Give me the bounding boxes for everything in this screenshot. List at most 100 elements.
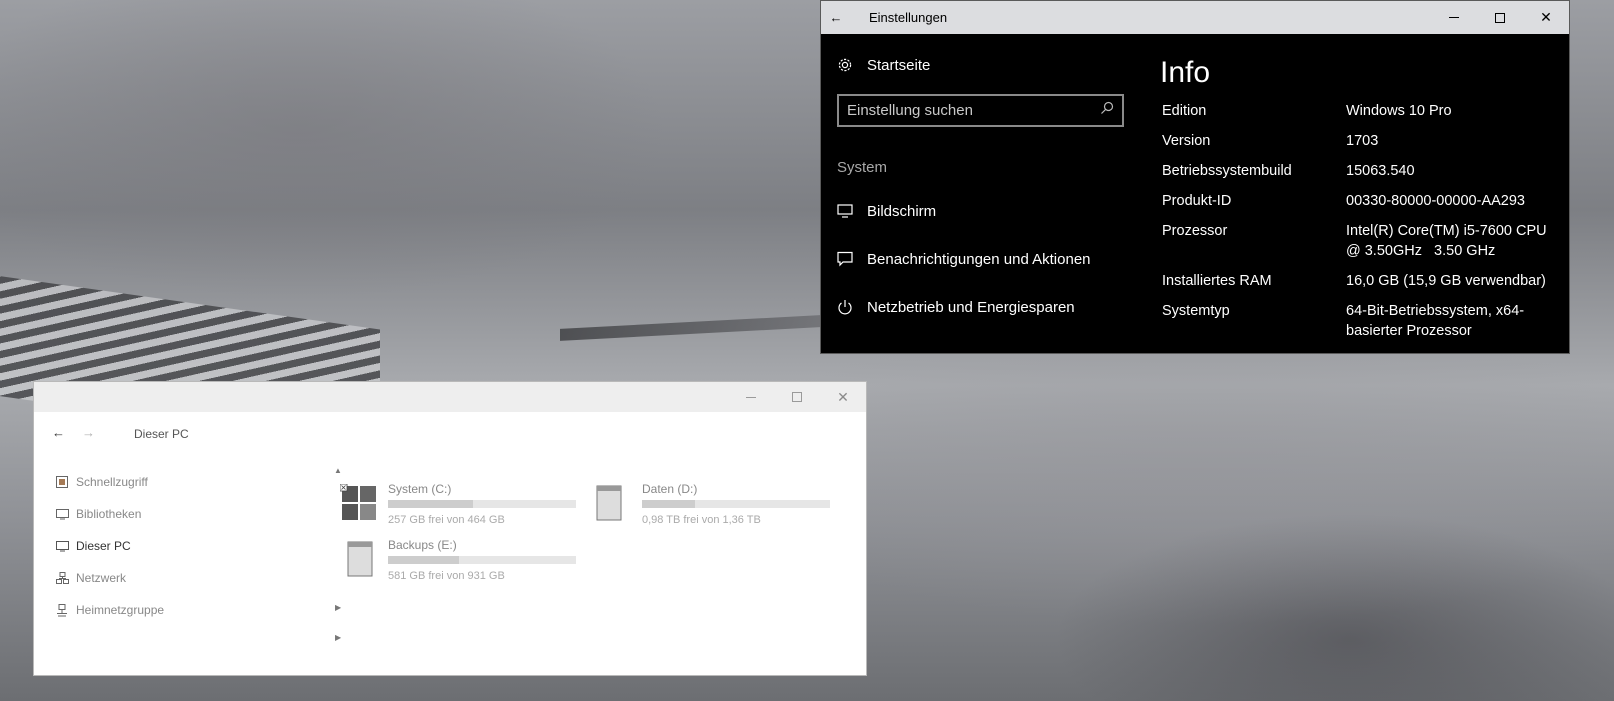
minimize-icon: [1449, 17, 1459, 18]
nav-item-label: Benachrichtigungen und Aktionen: [867, 250, 1091, 268]
maximize-icon: [1495, 12, 1505, 23]
libraries-icon: [56, 508, 76, 520]
quick-access-icon: [56, 476, 76, 488]
info-value: Windows 10 Pro: [1346, 103, 1452, 119]
address-bar: ← → Dieser PC: [34, 412, 866, 456]
notification-icon: [837, 251, 867, 267]
hard-drive-icon: [340, 540, 380, 580]
drive-name: System (C:): [388, 482, 452, 496]
info-key: Installiertes RAM: [1162, 273, 1272, 289]
info-value: 64-Bit-Betriebssystem, x64-basierter Pro…: [1346, 303, 1525, 339]
this-pc-icon: [56, 540, 76, 552]
info-value: 1703: [1346, 133, 1379, 149]
info-value: Intel(R) Core(TM) i5-7600 CPU @ 3.50GHz …: [1346, 223, 1551, 259]
drive-tile-d[interactable]: Daten (D:) 0,98 TB frei von 1,36 TB: [594, 482, 834, 530]
settings-search-field[interactable]: [837, 94, 1124, 127]
nav-item-notifications[interactable]: Benachrichtigungen und Aktionen: [837, 235, 1127, 283]
search-icon[interactable]: [1100, 101, 1114, 120]
home-label: Startseite: [867, 56, 931, 74]
settings-sidebar: Startseite System Bildschirm Benachricht…: [837, 34, 1127, 331]
minimize-button[interactable]: [1431, 1, 1477, 34]
expand-caret-icon[interactable]: ▶: [335, 633, 341, 642]
drive-free-space: 257 GB frei von 464 GB: [388, 514, 505, 526]
drive-name: Daten (D:): [642, 482, 698, 496]
home-nav-item[interactable]: Startseite: [837, 41, 1127, 89]
settings-titlebar[interactable]: ← Einstellungen ✕: [821, 1, 1569, 34]
back-arrow-icon[interactable]: ←: [52, 425, 65, 440]
system-info-table: Edition Windows 10 Pro Version 1703 Betr…: [1162, 101, 1562, 341]
sidebar-item-quick-access[interactable]: Schnellzugriff: [56, 466, 306, 498]
sidebar-item-label: Bibliotheken: [76, 507, 142, 521]
info-key: Systemtyp: [1162, 303, 1230, 319]
minimize-icon: [746, 396, 756, 398]
sidebar-item-label: Heimnetzgruppe: [76, 603, 165, 617]
info-value: 16,0 GB (15,9 GB verwendbar): [1346, 273, 1546, 289]
forward-arrow-icon[interactable]: →: [82, 425, 95, 440]
nav-item-power[interactable]: Netzbetrieb und Energiesparen: [837, 283, 1127, 331]
file-explorer-window: ✕ ← → Dieser PC Schnellzugriff Bibliothe…: [33, 381, 867, 676]
info-row-edition: Edition Windows 10 Pro: [1162, 101, 1562, 121]
sidebar-item-label: Dieser PC: [76, 539, 131, 553]
info-row-ram: Installiertes RAM 16,0 GB (15,9 GB verwe…: [1162, 271, 1562, 291]
settings-window: ← Einstellungen ✕ Startseite System: [820, 0, 1570, 354]
network-icon: [56, 572, 76, 584]
maximize-icon: [792, 392, 802, 402]
navigation-pane: Schnellzugriff Bibliotheken Dieser PC Ne…: [56, 466, 306, 626]
explorer-titlebar[interactable]: ✕: [34, 382, 866, 412]
drive-usage-bar: [388, 500, 576, 508]
back-arrow-icon[interactable]: ←: [821, 1, 851, 34]
windows-drive-icon: [339, 483, 380, 524]
sidebar-item-libraries[interactable]: Bibliotheken: [56, 498, 306, 530]
info-row-system-type: Systemtyp 64-Bit-Betriebssystem, x64-bas…: [1162, 301, 1562, 341]
info-key: Prozessor: [1162, 223, 1228, 239]
info-key: Produkt-ID: [1162, 193, 1232, 209]
close-button[interactable]: ✕: [1523, 1, 1569, 34]
nav-item-label: Bildschirm: [867, 202, 937, 220]
page-title: Info: [1160, 56, 1211, 89]
drive-usage-fill: [388, 500, 473, 508]
nav-item-display[interactable]: Bildschirm: [837, 187, 1127, 235]
power-icon: [837, 299, 867, 315]
info-key: Betriebssystembuild: [1162, 163, 1292, 179]
drive-usage-bar: [388, 556, 576, 564]
info-key: Edition: [1162, 103, 1207, 119]
nav-item-label: Netzbetrieb und Energiesparen: [867, 298, 1075, 316]
monitor-icon: [837, 204, 867, 218]
settings-window-title: Einstellungen: [869, 10, 948, 25]
sidebar-item-this-pc[interactable]: Dieser PC: [56, 530, 306, 562]
sidebar-item-label: Netzwerk: [76, 571, 127, 585]
maximize-button[interactable]: [1477, 1, 1523, 34]
wallpaper-roof-edge: [560, 315, 820, 341]
sidebar-item-network[interactable]: Netzwerk: [56, 562, 306, 594]
homegroup-icon: [56, 603, 76, 617]
gear-icon: [837, 57, 867, 73]
drive-tile-e[interactable]: Backups (E:) 581 GB frei von 931 GB: [340, 538, 580, 586]
section-label: System: [837, 159, 888, 176]
sidebar-item-label: Schnellzugriff: [76, 475, 148, 489]
info-row-product-id: Produkt-ID 00330-80000-00000-AA293: [1162, 191, 1562, 211]
minimize-button[interactable]: [728, 382, 774, 412]
info-value: 15063.540: [1346, 163, 1415, 179]
info-row-processor: Prozessor Intel(R) Core(TM) i5-7600 CPU …: [1162, 221, 1562, 261]
sidebar-item-homegroup[interactable]: Heimnetzgruppe: [56, 594, 306, 626]
breadcrumb[interactable]: Dieser PC: [134, 427, 189, 441]
maximize-button[interactable]: [774, 382, 820, 412]
drive-free-space: 581 GB frei von 931 GB: [388, 570, 505, 582]
drive-usage-bar: [642, 500, 830, 508]
drive-tile-c[interactable]: System (C:) 257 GB frei von 464 GB: [339, 482, 580, 530]
window-controls: ✕: [1431, 1, 1569, 34]
close-button[interactable]: ✕: [820, 382, 866, 412]
hard-drive-icon: [594, 484, 634, 524]
collapse-caret-icon[interactable]: ▲: [334, 466, 342, 475]
settings-search-input[interactable]: [847, 102, 1087, 119]
expand-caret-icon[interactable]: ▶: [335, 603, 341, 612]
drive-free-space: 0,98 TB frei von 1,36 TB: [642, 514, 761, 526]
info-key: Version: [1162, 133, 1211, 149]
drive-name: Backups (E:): [388, 538, 457, 552]
settings-nav-list: Bildschirm Benachrichtigungen und Aktion…: [837, 187, 1127, 331]
info-panel: Info Edition Windows 10 Pro Version 1703…: [1160, 34, 1562, 351]
info-row-os-build: Betriebssystembuild 15063.540: [1162, 161, 1562, 181]
window-controls: ✕: [728, 382, 866, 412]
drive-usage-fill: [388, 556, 460, 564]
drive-usage-fill: [642, 500, 695, 508]
